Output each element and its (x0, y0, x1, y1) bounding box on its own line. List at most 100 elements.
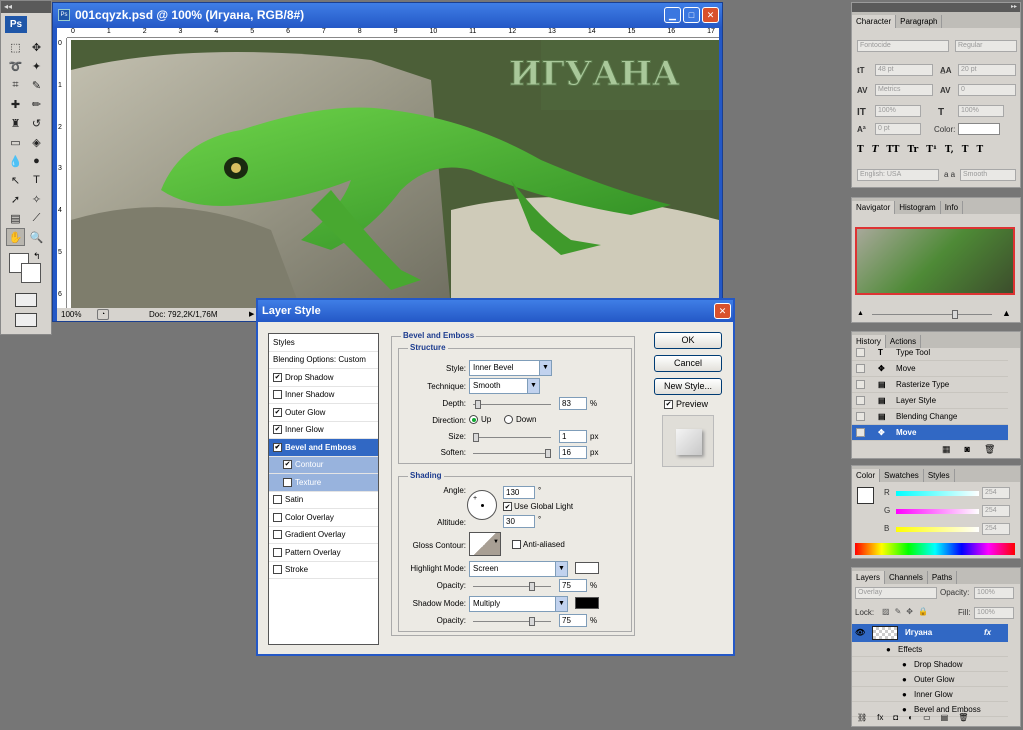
new-layer-icon[interactable]: ▤ (941, 713, 949, 722)
history-brush-source-icon[interactable] (856, 348, 865, 357)
quick-mask-icon[interactable] (15, 293, 37, 307)
checkbox-icon[interactable]: ✔ (273, 442, 282, 452)
style-item-drop-shadow[interactable]: ✔ Drop Shadow (269, 369, 378, 387)
style-select[interactable]: Inner Bevel ▼ (469, 360, 552, 376)
font-size-input[interactable]: 48 pt (875, 64, 933, 76)
highlight-opacity-input[interactable]: 75 (559, 579, 587, 592)
size-slider[interactable] (473, 433, 551, 442)
iguana-photo[interactable]: ИГУАНА (71, 40, 719, 310)
b-slider[interactable] (896, 527, 979, 532)
anti-alias-select[interactable]: Smooth (960, 169, 1016, 181)
effect-eye-icon[interactable]: ● (902, 672, 907, 687)
tab-paths[interactable]: Paths (927, 571, 958, 584)
magic-wand-tool-icon[interactable]: ✦ (27, 57, 46, 75)
leading-input[interactable]: 20 pt (958, 64, 1016, 76)
style-item-gradient-overlay[interactable]: Gradient Overlay (269, 527, 378, 544)
style-item-inner-glow[interactable]: ✔ Inner Glow (269, 422, 378, 439)
checkbox-icon[interactable] (273, 495, 282, 505)
type-tool-icon[interactable]: T (27, 171, 46, 189)
close-icon[interactable]: ✕ (702, 7, 719, 23)
blur-tool-icon[interactable]: 💧 (6, 152, 25, 170)
styles-header[interactable]: Styles (269, 334, 378, 352)
history-item[interactable]: ▤ Blending Change (852, 409, 1008, 425)
highlight-mode-select[interactable]: Screen ▼ (469, 561, 568, 577)
tab-info[interactable]: Info (940, 201, 964, 214)
tab-swatches[interactable]: Swatches (880, 469, 924, 482)
shadow-color-swatch[interactable] (575, 597, 599, 609)
angle-input[interactable]: 130 (503, 486, 535, 499)
checkbox-icon[interactable] (273, 512, 282, 522)
lock-icons[interactable]: ▨ ✎ ✥ 🔒 (882, 607, 928, 616)
type-style-button[interactable]: TT (886, 145, 899, 155)
history-brush-source-icon[interactable] (856, 428, 865, 437)
slice-tool-icon[interactable]: ✎ (27, 76, 46, 94)
style-item-bevel-and-emboss[interactable]: ✔ Bevel and Emboss (269, 439, 378, 457)
tab-histogram[interactable]: Histogram (895, 201, 941, 214)
snapshot-icon[interactable]: ◙ (965, 444, 970, 455)
type-style-button[interactable]: T (962, 145, 969, 155)
adjustment-layer-icon[interactable]: ◐ (908, 713, 913, 722)
zoom-out-icon[interactable]: ▲ (857, 310, 864, 317)
maximize-button[interactable]: □ (683, 7, 700, 23)
delete-layer-icon[interactable]: 🗑 (958, 713, 968, 722)
tracking-select[interactable]: 0 (958, 84, 1016, 96)
swap-colors-icon[interactable]: ↰ (33, 251, 41, 262)
style-item-pattern-overlay[interactable]: Pattern Overlay (269, 544, 378, 562)
tab-navigator[interactable]: Navigator (852, 201, 896, 214)
crop-tool-icon[interactable]: ⌗ (6, 76, 25, 94)
style-item-inner-shadow[interactable]: Inner Shadow (269, 387, 378, 404)
move-tool-icon[interactable]: ✥ (27, 38, 46, 56)
baseline-shift-input[interactable]: 0 pt (875, 123, 921, 135)
type-style-button[interactable]: T (976, 145, 983, 155)
tab-paragraph[interactable]: Paragraph (896, 15, 943, 28)
status-icon[interactable]: ◔ (97, 309, 109, 320)
direct-selection-icon[interactable]: ➚ (6, 190, 25, 208)
size-input[interactable]: 1 (559, 430, 587, 443)
lock-all-icon[interactable]: 🔒 (918, 607, 928, 616)
font-style-select[interactable]: Regular (955, 40, 1017, 52)
type-style-button[interactable]: T, (945, 145, 954, 155)
style-item-stroke[interactable]: Stroke (269, 562, 378, 579)
highlight-opacity-slider[interactable] (473, 582, 551, 591)
shadow-opacity-slider[interactable] (473, 617, 551, 626)
font-family-select[interactable]: Fontocide (857, 40, 949, 52)
depth-slider[interactable] (473, 400, 551, 409)
history-brush-source-icon[interactable] (856, 396, 865, 405)
layer-row-iguana[interactable]: 👁 Игуана fx (852, 624, 1008, 642)
type-style-button[interactable]: Tr (907, 145, 918, 155)
paint-bucket-icon[interactable]: ◈ (27, 133, 46, 151)
b-input[interactable]: 254 (982, 523, 1010, 535)
history-item[interactable]: ✥ Move (852, 425, 1008, 441)
lock-transparency-icon[interactable]: ▨ (882, 607, 890, 616)
add-style-icon[interactable]: fx (877, 713, 883, 722)
effect-row[interactable]: ● Outer Glow (852, 672, 1008, 687)
altitude-input[interactable]: 30 (503, 515, 535, 528)
document-title[interactable]: 001cqyzk.psd @ 100% (Игуана, RGB/8#) (53, 3, 722, 28)
tab-styles[interactable]: Styles (923, 469, 955, 482)
style-item-satin[interactable]: Satin (269, 492, 378, 509)
new-style-button[interactable]: New Style... (654, 378, 722, 395)
highlight-color-swatch[interactable] (575, 562, 599, 574)
kerning-select[interactable]: Metrics (875, 84, 933, 96)
color-ramp[interactable] (855, 543, 1015, 555)
r-input[interactable]: 254 (982, 487, 1010, 499)
toolbox-grip[interactable]: ◂◂ (1, 1, 51, 13)
style-item-color-overlay[interactable]: Color Overlay (269, 509, 378, 527)
style-item-outer-glow[interactable]: ✔ Outer Glow (269, 404, 378, 422)
layer-name[interactable]: Игуана (905, 624, 932, 642)
effects-row[interactable]: ● Effects (852, 642, 1008, 657)
style-item-contour[interactable]: ✔ Contour (269, 456, 378, 474)
background-color-swatch[interactable] (21, 263, 41, 283)
checkbox-icon[interactable]: ✔ (273, 425, 282, 435)
history-brush-source-icon[interactable] (856, 364, 865, 373)
type-style-button[interactable]: T (872, 145, 879, 155)
type-style-button[interactable]: T¹ (926, 145, 937, 155)
history-brush-icon[interactable]: ↺ (27, 114, 46, 132)
language-select[interactable]: English: USA (857, 169, 939, 181)
g-slider[interactable] (896, 509, 979, 514)
soften-slider[interactable] (473, 449, 551, 458)
horizontal-ruler[interactable]: 0 1 2 3 4 5 6 7 8 9 10 11 12 13 14 15 16 17 (67, 28, 719, 38)
effect-row[interactable]: ● Drop Shadow (852, 657, 1008, 672)
type-style-button[interactable]: T (857, 145, 864, 155)
tab-channels[interactable]: Channels (885, 571, 928, 584)
